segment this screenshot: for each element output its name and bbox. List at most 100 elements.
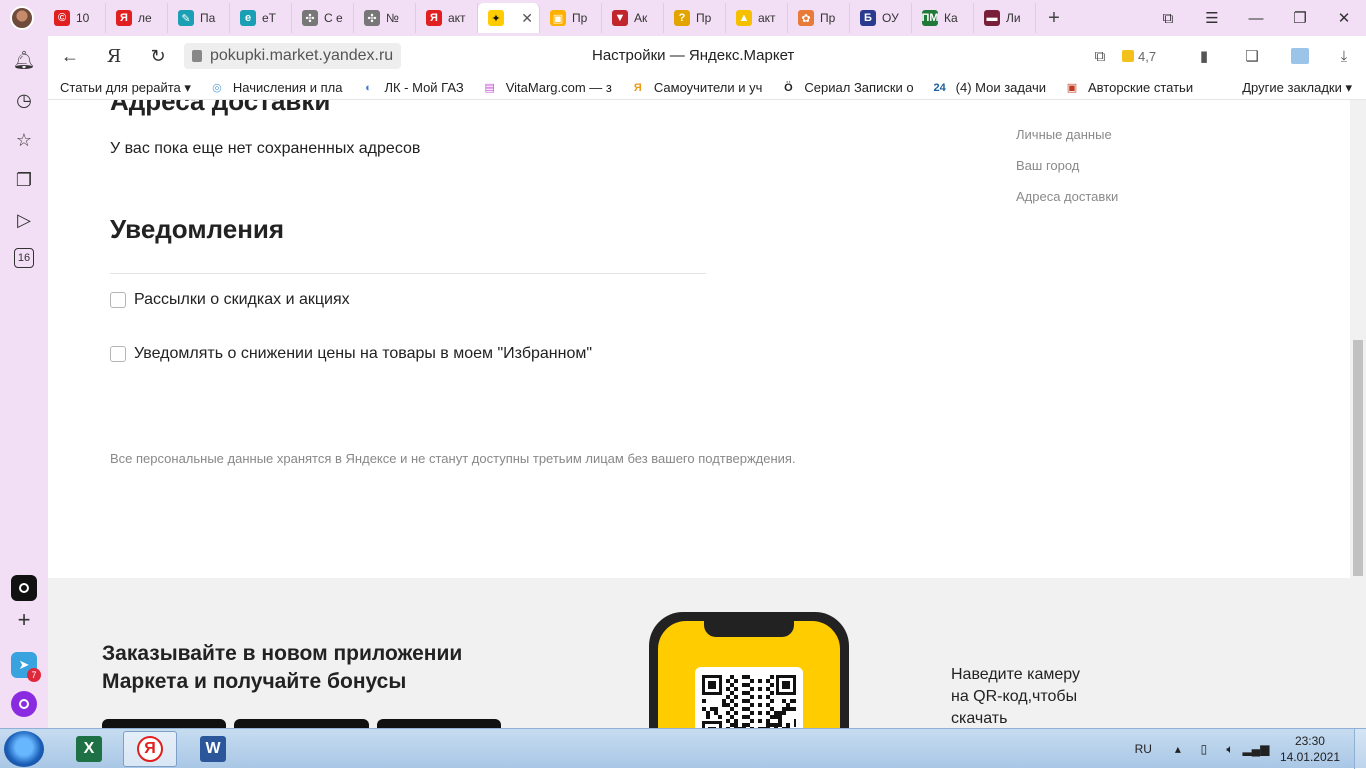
taskbar-yandex-browser[interactable]: Я xyxy=(123,731,177,767)
yandex-browser-icon: Я xyxy=(137,736,163,762)
browser-tab[interactable]: Яакт xyxy=(416,3,478,33)
bookmark-item[interactable]: ▤ VitaMarg.com — з xyxy=(482,80,612,96)
taskbar-excel[interactable]: X xyxy=(62,731,116,767)
tab-label: акт xyxy=(758,11,776,25)
bookmarks-bar: Статьи для рерайта ▾ ◎ Начисления и пла ◐ ЛК… xyxy=(48,76,1366,100)
divider xyxy=(110,273,706,274)
tabs-manager-icon[interactable]: ⧉ xyxy=(1146,0,1190,36)
delivery-addresses-heading: Адреса доставки xyxy=(110,100,331,116)
taskbar-word[interactable]: W xyxy=(186,731,240,767)
browser-tab[interactable]: e eT xyxy=(230,3,292,33)
show-hidden-icons-icon[interactable]: ▴ xyxy=(1170,742,1186,756)
yandex-market-icon: ✦ xyxy=(488,10,504,26)
browser-tab[interactable]: ▼ Ак xyxy=(602,3,664,33)
price-drop-checkbox[interactable] xyxy=(110,346,126,362)
calendar-icon[interactable]: 16 xyxy=(14,248,34,268)
tab-label: Ка xyxy=(944,11,958,25)
price-drop-option[interactable]: Уведомлять о снижении цены на товары в м… xyxy=(110,345,592,363)
alice-voice-icon[interactable] xyxy=(11,691,37,717)
alice-app-icon[interactable] xyxy=(11,575,37,601)
device-icon[interactable]: ▯ xyxy=(1196,742,1212,756)
browser-tab[interactable]: ✿ Пр xyxy=(788,3,850,33)
gas-icon: ◐ xyxy=(365,81,372,94)
page-scrollbar[interactable] xyxy=(1350,100,1366,728)
menu-icon[interactable]: ☰ xyxy=(1190,0,1234,36)
messenger-app-icon[interactable]: ➤ 7 xyxy=(11,652,41,682)
yandex-icon: Я xyxy=(633,81,642,94)
reload-button[interactable]: ↻ xyxy=(136,36,180,76)
play-icon[interactable]: ▷ xyxy=(12,208,36,232)
copy-link-icon[interactable]: ⧉ xyxy=(1078,36,1122,76)
bookmark-item[interactable]: Статьи для рерайта ▾ xyxy=(60,80,191,96)
browser-tab[interactable]: ✎ Па xyxy=(168,3,230,33)
profile-avatar[interactable] xyxy=(0,0,44,36)
bookmark-item[interactable]: ◎ Начисления и пла xyxy=(209,80,342,96)
yandex-icon: Я xyxy=(426,10,442,26)
ornament-icon: ✣ xyxy=(302,10,318,26)
browser-tab[interactable]: ? Пр xyxy=(664,3,726,33)
browser-tab[interactable]: ✣ № xyxy=(354,3,416,33)
close-tab-icon[interactable]: ✕ xyxy=(521,10,533,27)
downloads-icon[interactable]: ⤓ xyxy=(1322,36,1366,76)
history-clock-icon[interactable]: ◷ xyxy=(12,88,36,112)
phone-illustration xyxy=(649,612,849,728)
browser-tab[interactable]: Б ОУ xyxy=(850,3,912,33)
google-play-button[interactable] xyxy=(234,719,369,728)
network-icon[interactable]: ▂▄▆ xyxy=(1242,742,1269,756)
qr-hint: Наведите камеру на QR-код,чтобы скачать xyxy=(951,666,1080,727)
bookmark-item[interactable]: ▣ Авторские статьи xyxy=(1064,80,1193,96)
browser-tab[interactable]: ✣ С е xyxy=(292,3,354,33)
clock[interactable]: 23:30 14.01.2021 xyxy=(1280,733,1340,765)
no-addresses-text: У вас пока еще нет сохраненных адресов xyxy=(110,140,421,157)
bookmark-item[interactable]: Я Самоучители и уч xyxy=(630,80,763,96)
bell-icon[interactable]: 🔔︎ xyxy=(12,48,36,72)
browser-tab[interactable]: ▲ акт xyxy=(726,3,788,33)
nav-personal-data[interactable]: Личные данные xyxy=(1016,127,1118,158)
start-button[interactable] xyxy=(4,731,44,767)
price-drop-label: Уведомлять о снижении цены на товары в м… xyxy=(134,345,593,362)
volume-icon[interactable]: 🔈︎ xyxy=(1222,742,1238,756)
24-icon: 24 xyxy=(933,81,946,94)
appgallery-button[interactable] xyxy=(377,719,501,728)
minimize-button[interactable]: — xyxy=(1234,0,1278,36)
bookmark-item[interactable]: ◐ ЛК - Мой ГАЗ xyxy=(360,80,464,96)
app-store-button[interactable] xyxy=(102,719,226,728)
other-bookmarks[interactable]: Другие закладки ▾ xyxy=(1242,80,1352,96)
bookmark-item[interactable]: 24 (4) Мои задачи xyxy=(932,80,1046,96)
browser-tab[interactable]: © 10 xyxy=(44,3,106,33)
browser-tab[interactable]: ПМ Ка xyxy=(912,3,974,33)
browser-tab[interactable]: ▬ Ли xyxy=(974,3,1036,33)
discounts-newsletter-option[interactable]: Рассылки о скидках и акциях xyxy=(110,291,350,309)
nav-your-city[interactable]: Ваш город xyxy=(1016,158,1118,189)
tab-label: eT xyxy=(262,11,277,25)
browser-tab[interactable]: ✦ ✕ xyxy=(478,3,540,33)
extension-icon[interactable] xyxy=(1278,36,1322,76)
collections-icon[interactable]: ❏ xyxy=(1226,36,1278,76)
phone-screen xyxy=(658,621,840,728)
yandex-home-button[interactable]: Я xyxy=(92,36,136,76)
b-icon: Б xyxy=(860,10,876,26)
discounts-newsletter-checkbox[interactable] xyxy=(110,292,126,308)
url-field[interactable]: pokupki.market.yandex.ru xyxy=(184,43,402,69)
back-button[interactable]: ← xyxy=(48,36,92,76)
url-text: pokupki.market.yandex.ru xyxy=(210,47,394,64)
show-desktop-button[interactable] xyxy=(1354,729,1366,769)
restore-button[interactable]: ❐ xyxy=(1278,0,1322,36)
new-tab-button[interactable]: + xyxy=(1036,0,1072,36)
site-rating[interactable]: 4,7 xyxy=(1122,49,1182,64)
star-icon[interactable]: ☆ xyxy=(12,128,36,152)
add-panel-icon[interactable]: + xyxy=(12,607,36,632)
bookmark-icon[interactable]: ▮ xyxy=(1182,36,1226,76)
language-indicator[interactable]: RU xyxy=(1135,742,1152,756)
window-controls: ⧉ ☰ — ❐ ✕ xyxy=(1146,0,1366,36)
nav-delivery-addresses[interactable]: Адреса доставки xyxy=(1016,189,1118,220)
book-icon: ▬ xyxy=(984,10,1000,26)
close-window-button[interactable]: ✕ xyxy=(1322,0,1366,36)
browser-tab[interactable]: ▣ Пр xyxy=(540,3,602,33)
scroll-thumb[interactable] xyxy=(1353,340,1363,576)
bookmark-item[interactable]: Ö Сериал Записки о xyxy=(780,80,914,96)
browser-tab[interactable]: Яле xyxy=(106,3,168,33)
page-content: Адреса доставки У вас пока еще нет сохра… xyxy=(48,100,1350,728)
square-icon: ▣ xyxy=(1066,82,1078,94)
collections-icon[interactable]: ❐ xyxy=(12,168,36,192)
